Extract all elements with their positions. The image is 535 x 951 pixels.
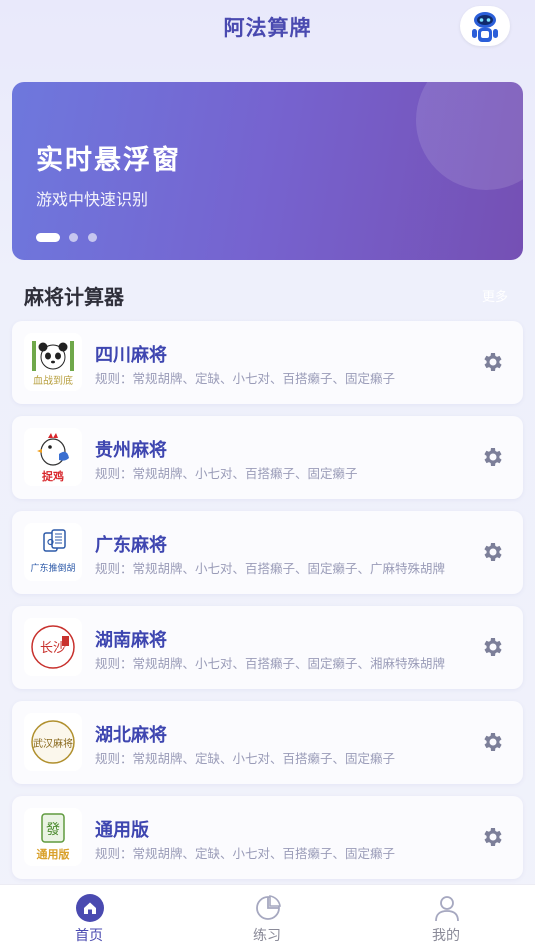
calculator-card-sichuan[interactable]: 血战到底 四川麻将 规则：常规胡牌、定缺、小七对、百搭癞子、固定癞子 [12,321,523,404]
nav-profile-label: 我的 [432,928,460,944]
home-icon [76,894,104,922]
card-title: 湖南麻将 [95,630,167,651]
bottom-nav: 首页 练习 我的 [0,884,535,951]
calculator-card-guizhou[interactable]: 捉鸡 贵州麻将 规则：常规胡牌、小七对、百搭癞子、固定癞子 [12,416,523,499]
icon-caption: 捉鸡 [42,469,64,483]
panda-icon: 血战到底 [24,333,82,391]
gear-icon[interactable] [481,825,505,849]
icon-caption: 广东推倒胡 [30,562,75,574]
card-rules: 规则：常规胡牌、小七对、百搭癞子、固定癞子 [95,466,358,481]
fa-tile-icon: 發 通用版 [24,808,82,866]
svg-text:發: 發 [46,822,60,838]
calculator-card-guangdong[interactable]: 广东推倒胡 广东麻将 规则：常规胡牌、小七对、百搭癞子、固定癞子、广麻特殊胡牌 [12,511,523,594]
gear-icon[interactable] [481,730,505,754]
floating-window-banner[interactable]: 实时悬浮窗 游戏中快速识别 [12,82,523,260]
card-rules: 规则：常规胡牌、小七对、百搭癞子、固定癞子、湘麻特殊胡牌 [95,656,446,671]
nav-home[interactable]: 首页 [29,885,149,951]
changsha-seal-icon: 长沙 [24,618,82,676]
chicken-icon: 捉鸡 [24,428,82,486]
nav-home-label: 首页 [75,928,103,944]
card-rules: 规则：常规胡牌、小七对、百搭癞子、固定癞子、广麻特殊胡牌 [95,561,446,576]
calculator-card-hunan[interactable]: 长沙 湖南麻将 规则：常规胡牌、小七对、百搭癞子、固定癞子、湘麻特殊胡牌 [12,606,523,689]
card-rules: 规则：常规胡牌、定缺、小七对、百搭癞子、固定癞子 [95,751,396,766]
card-rules: 规则：常规胡牌、定缺、小七对、百搭癞子、固定癞子 [95,371,396,386]
card-title: 广东麻将 [95,535,167,556]
practice-icon [256,895,281,920]
tile-icon: 广东推倒胡 [24,523,82,581]
gear-icon[interactable] [481,445,505,469]
card-rules: 规则：常规胡牌、定缺、小七对、百搭癞子、固定癞子 [95,846,396,861]
icon-caption: 通用版 [37,847,70,861]
icon-caption: 长沙 [40,641,66,656]
carousel-dot-2[interactable] [69,233,78,242]
banner-decoration [416,82,523,190]
gear-icon[interactable] [481,350,505,374]
banner-title: 实时悬浮窗 [36,145,181,176]
banner-subtitle: 游戏中快速识别 [36,190,149,209]
more-link[interactable]: 更多 [482,286,508,305]
card-title: 四川麻将 [95,345,167,366]
nav-practice-label: 练习 [253,928,281,944]
wuhan-seal-icon: 武汉麻将 [24,713,82,771]
carousel-dot-1[interactable] [36,233,60,242]
gear-icon[interactable] [481,540,505,564]
nav-profile[interactable]: 我的 [386,885,506,951]
gear-icon[interactable] [481,635,505,659]
card-title: 通用版 [95,820,149,841]
carousel-dot-3[interactable] [88,233,97,242]
card-title: 贵州麻将 [95,440,167,461]
app-title: 阿法算牌 [223,16,312,40]
user-icon [435,896,459,922]
icon-caption: 武汉麻将 [33,737,73,750]
header: 阿法算牌 [0,0,535,60]
card-title: 湖北麻将 [95,725,167,746]
nav-practice[interactable]: 练习 [207,885,327,951]
calculator-card-universal[interactable]: 發 通用版 通用版 规则：常规胡牌、定缺、小七对、百搭癞子、固定癞子 [12,796,523,879]
icon-caption: 血战到底 [33,374,73,387]
calculator-card-hubei[interactable]: 武汉麻将 湖北麻将 规则：常规胡牌、定缺、小七对、百搭癞子、固定癞子 [12,701,523,784]
robot-avatar-icon[interactable] [460,6,510,46]
section-title: 麻将计算器 [24,285,124,309]
